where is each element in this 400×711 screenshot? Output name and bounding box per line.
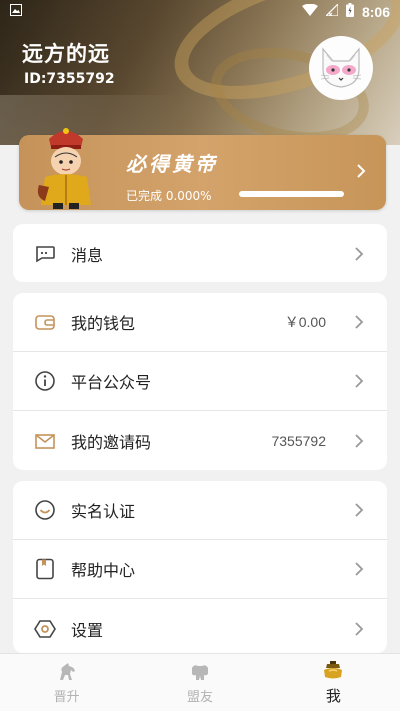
menu-item-invite-code[interactable]: 我的邀请码 7355792 [13, 411, 387, 470]
image-notification-icon [10, 4, 22, 20]
chevron-right-icon [355, 503, 364, 517]
tab-allies[interactable]: 盟友 [133, 654, 266, 711]
fox-avatar-icon [320, 47, 362, 88]
wallet-icon [34, 311, 56, 333]
chevron-right-icon [355, 621, 364, 636]
battery-icon [345, 3, 354, 21]
emperor-character-icon [37, 128, 91, 209]
tab-label: 我 [325, 686, 341, 705]
menu-item-messages[interactable]: 消息 [13, 224, 387, 282]
tab-me[interactable]: 我 [267, 654, 400, 711]
profile-header: 8:06 远方的远 ID:7355792 [0, 0, 400, 145]
menu-item-label: 平台公众号 [71, 373, 152, 392]
bottom-tab-bar: 晋升 盟友 我 [0, 653, 400, 711]
signal-icon [324, 2, 339, 20]
emperor-progress-card[interactable]: 必得黄帝 已完成 0.000% [19, 128, 386, 210]
emperor-card-title: 必得黄帝 [126, 152, 218, 176]
chevron-right-icon [355, 562, 364, 576]
settings-icon [34, 618, 56, 640]
menu-item-wallet[interactable]: 我的钱包 ￥0.00 [13, 293, 387, 352]
menu-item-real-name[interactable]: 实名认证 [13, 481, 387, 540]
emperor-progress-bar [239, 191, 344, 197]
menu-item-official-account[interactable]: 平台公众号 [13, 352, 387, 411]
menu-item-label: 我的邀请码 [71, 432, 152, 452]
tab-label: 晋升 [53, 689, 80, 705]
verify-icon [34, 499, 56, 521]
chevron-right-icon [355, 433, 364, 448]
gold-ingot-icon [321, 660, 345, 682]
invite-code-value: 7355792 [271, 432, 326, 449]
menu-item-label: 消息 [71, 245, 104, 265]
menu-item-label: 实名认证 [71, 502, 136, 521]
status-time: 8:06 [361, 4, 390, 20]
tab-promotion[interactable]: 晋升 [0, 654, 133, 711]
help-book-icon [34, 558, 56, 580]
chevron-right-icon [355, 246, 364, 261]
wifi-icon [301, 3, 318, 20]
envelope-icon [34, 430, 56, 452]
user-id: ID:7355792 [24, 71, 115, 87]
ally-icon [188, 661, 212, 683]
tab-label: 盟友 [186, 689, 213, 705]
emperor-progress-text: 已完成 0.000% [126, 189, 212, 203]
message-icon [34, 243, 56, 265]
menu-item-label: 设置 [71, 620, 104, 640]
status-bar: 8:06 [0, 0, 400, 24]
menu-group-messages: 消息 [13, 224, 387, 282]
menu-item-help-center[interactable]: 帮助中心 [13, 540, 387, 599]
menu-item-label: 帮助中心 [71, 561, 136, 580]
menu-group-settings: 实名认证 帮助中心 设置 [13, 481, 387, 653]
menu-group-account: 我的钱包 ￥0.00 平台公众号 我的邀请码 7355792 [13, 293, 387, 470]
menu-item-label: 我的钱包 [71, 314, 136, 333]
avatar[interactable] [309, 36, 373, 100]
info-icon [34, 370, 56, 392]
horse-icon [55, 661, 79, 683]
menu-item-settings[interactable]: 设置 [13, 599, 387, 653]
chevron-right-icon [355, 315, 364, 329]
wallet-balance: ￥0.00 [284, 314, 326, 330]
username: 远方的远 [22, 42, 110, 66]
chevron-right-icon [357, 164, 366, 178]
chevron-right-icon [355, 374, 364, 388]
